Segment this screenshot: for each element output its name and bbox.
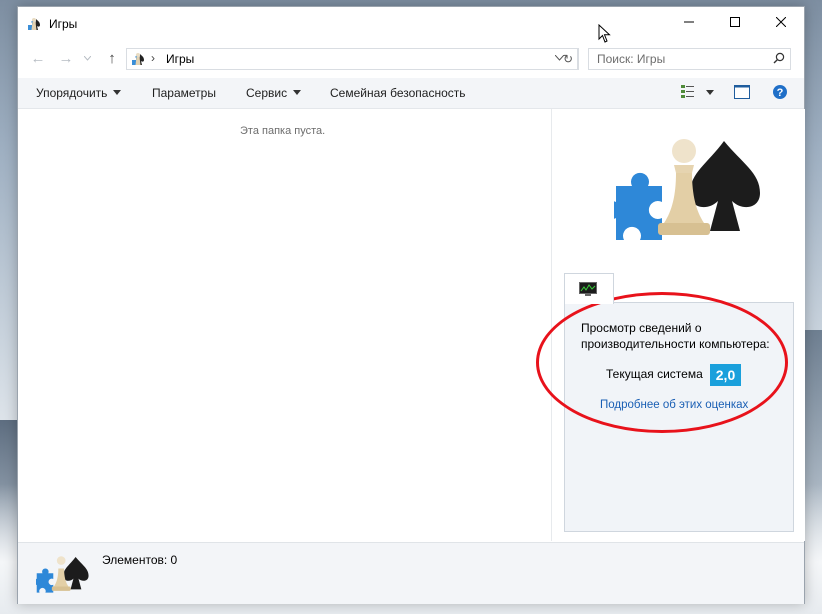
address-row: ← → ↑ › Игры ↻ Поиск: Игры <box>18 46 804 72</box>
view-options-button[interactable] <box>678 84 718 102</box>
performance-panel: Просмотр сведений о производительности к… <box>564 302 794 532</box>
games-explorer-small-icon <box>36 556 89 593</box>
chevron-down-icon <box>83 55 91 61</box>
svg-text:?: ? <box>777 87 784 99</box>
view-details-icon <box>681 85 694 98</box>
explorer-window: Игры ← → ↑ › Игры ↻ Поиск: Игры Упорядоч… <box>17 6 805 604</box>
command-bar: Упорядочить Параметры Сервис Семейная бе… <box>18 78 804 109</box>
search-input[interactable]: Поиск: Игры <box>588 48 791 70</box>
organize-menu[interactable]: Упорядочить <box>36 86 122 100</box>
refresh-icon: ↻ <box>562 52 574 66</box>
status-bar: Элементов: 0 <box>18 542 804 604</box>
breadcrumb-games[interactable]: Игры <box>166 52 194 66</box>
score-details-link[interactable]: Подробнее об этих оценках <box>600 399 748 411</box>
empty-folder-message: Эта папка пуста. <box>240 125 326 137</box>
arrow-up-icon: ↑ <box>108 49 116 67</box>
back-button[interactable]: ← <box>28 48 48 68</box>
performance-title: Просмотр сведений о производительности к… <box>581 321 770 351</box>
games-folder-icon <box>28 18 40 30</box>
performance-monitor-icon <box>579 282 597 296</box>
help-icon: ? <box>773 85 787 99</box>
up-button[interactable]: ↑ <box>102 48 122 68</box>
item-count: Элементов: 0 <box>102 553 178 567</box>
breadcrumb-separator-icon: › <box>151 51 155 65</box>
close-button[interactable] <box>758 7 804 37</box>
mouse-cursor-icon <box>598 24 611 43</box>
caret-down-icon <box>113 90 122 95</box>
search-placeholder: Поиск: Игры <box>597 52 666 66</box>
file-list-area[interactable]: Эта папка пуста. <box>18 109 550 541</box>
arrow-right-icon: → <box>58 49 74 67</box>
forward-button[interactable]: → <box>56 48 76 68</box>
parental-controls-button[interactable]: Семейная безопасность <box>330 86 466 100</box>
maximize-button[interactable] <box>712 7 758 37</box>
tools-menu[interactable]: Сервис <box>246 86 302 100</box>
tools-label: Сервис <box>246 86 288 100</box>
minimize-icon <box>684 21 694 23</box>
address-bar[interactable]: › Игры <box>126 48 578 70</box>
arrow-left-icon: ← <box>30 49 46 67</box>
refresh-button[interactable]: ↻ <box>558 48 579 70</box>
games-folder-icon <box>132 53 144 65</box>
preview-pane-button[interactable] <box>734 85 752 101</box>
caret-down-icon <box>293 90 302 95</box>
recent-locations-button[interactable] <box>80 48 94 68</box>
search-icon <box>773 52 785 64</box>
preview-pane: Просмотр сведений о производительности к… <box>551 109 805 541</box>
performance-score-badge: 2,0 <box>710 364 741 386</box>
window-title: Игры <box>49 17 78 31</box>
games-explorer-logo-icon <box>614 139 760 240</box>
preview-pane-icon <box>734 85 750 99</box>
tab-performance[interactable] <box>564 273 614 304</box>
help-button[interactable]: ? <box>772 84 788 100</box>
maximize-icon <box>730 17 740 27</box>
title-bar[interactable]: Игры <box>18 7 804 39</box>
options-button[interactable]: Параметры <box>152 86 216 100</box>
close-icon <box>776 17 786 27</box>
current-system-label: Текущая система <box>606 367 703 381</box>
caret-down-icon <box>706 90 714 95</box>
minimize-button[interactable] <box>666 7 712 37</box>
organize-label: Упорядочить <box>36 86 108 100</box>
